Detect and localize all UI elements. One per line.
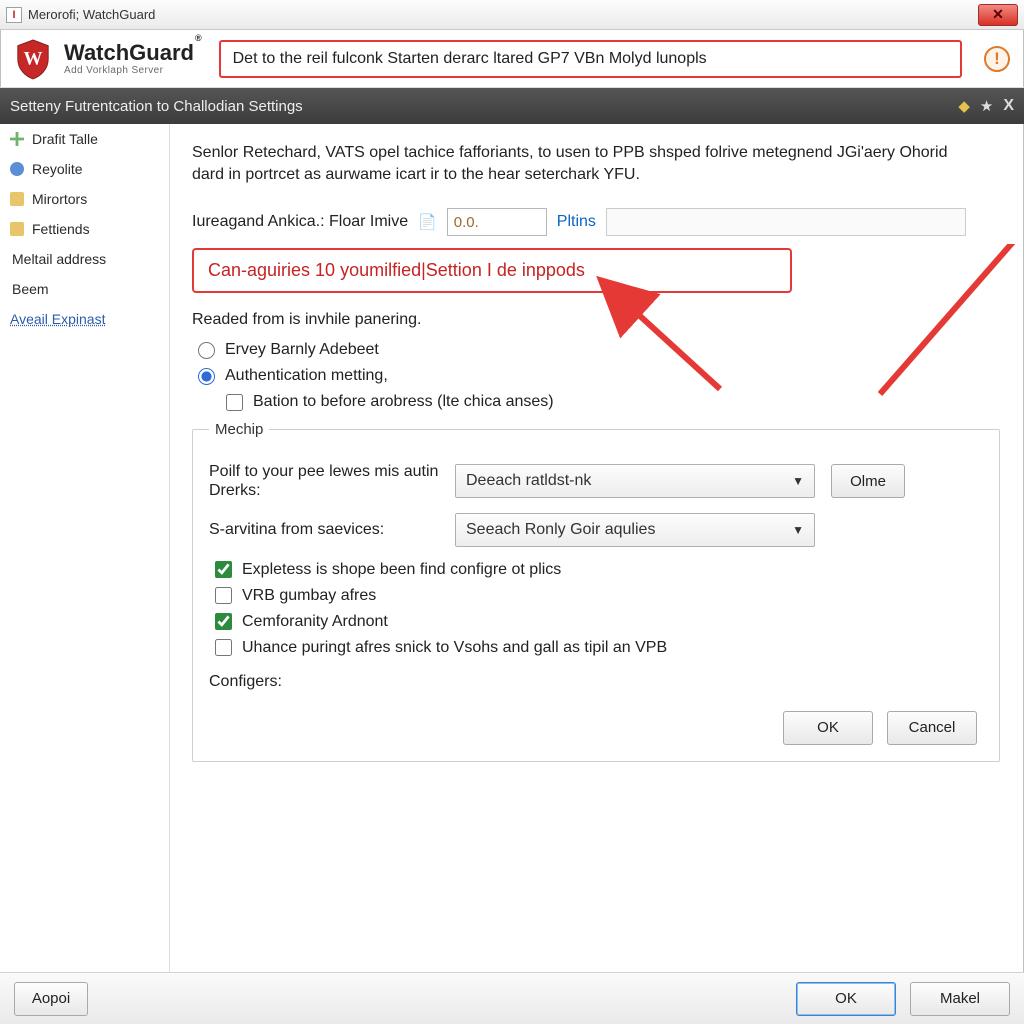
sidebar-item-mirortors[interactable]: Mirortors bbox=[0, 184, 169, 214]
form1-label: Poilf to your pee lewes mis autin Drerks… bbox=[209, 462, 439, 500]
check-vrb[interactable]: VRB gumbay afres bbox=[215, 587, 983, 605]
mechip-fieldset: Mechip Poilf to your pee lewes mis autin… bbox=[192, 421, 1000, 761]
badge-icon[interactable]: ◆ bbox=[958, 97, 970, 115]
readonly-box bbox=[606, 208, 966, 236]
radio-ervey[interactable]: Ervey Barnly Adebeet bbox=[198, 341, 1000, 359]
field-label: Iureagand Ankica.: Floar Imive bbox=[192, 213, 408, 231]
olme-button[interactable]: Olme bbox=[831, 464, 905, 498]
brand-text: WatchGuard® Add Vorklaph Server bbox=[64, 42, 201, 76]
brand-subtitle: Add Vorklaph Server bbox=[64, 66, 201, 76]
callout-box: Can-aguiries 10 youmilfied|Settion I de … bbox=[192, 248, 792, 293]
banner-highlight: Det to the reil fulconk Starten derarc l… bbox=[219, 40, 962, 78]
ok-button[interactable]: OK bbox=[796, 982, 896, 1016]
sidebar: Drafit Talle Reyolite Mirortors Fettiend… bbox=[0, 124, 170, 972]
form2-label: S-arvitina from saevices: bbox=[209, 520, 439, 539]
folder-icon bbox=[10, 222, 24, 236]
check-cemforanity[interactable]: Cemforanity Ardnont bbox=[215, 613, 983, 631]
inner-ok-button[interactable]: OK bbox=[783, 711, 873, 745]
close-button[interactable]: ✕ bbox=[978, 4, 1018, 26]
app-icon: I bbox=[6, 7, 22, 23]
window-title: Merorofi; WatchGuard bbox=[28, 7, 155, 22]
subline: Readed from is invhile panering. bbox=[192, 311, 1000, 329]
watchguard-logo: W bbox=[14, 38, 52, 80]
svg-text:W: W bbox=[24, 48, 43, 69]
alert-icon: ! bbox=[984, 46, 1010, 72]
inner-cancel-button[interactable]: Cancel bbox=[887, 711, 977, 745]
combo-services[interactable]: Seeach Ronly Goir aqulies▼ bbox=[455, 513, 815, 547]
makel-button[interactable]: Makel bbox=[910, 982, 1010, 1016]
mechip-legend: Mechip bbox=[209, 421, 269, 438]
check-expletess[interactable]: Expletess is shope been find configre ot… bbox=[215, 561, 983, 579]
check-uhance[interactable]: Uhance puringt afres snick to Vsohs and … bbox=[215, 639, 983, 657]
panel-close-icon[interactable]: X bbox=[1003, 97, 1014, 115]
star-icon[interactable]: ★ bbox=[980, 97, 993, 115]
combo-drerks[interactable]: Deeach ratldst-nk▼ bbox=[455, 464, 815, 498]
chevron-down-icon: ▼ bbox=[792, 474, 804, 488]
folder-icon bbox=[10, 192, 24, 206]
intro-text: Senlor Retechard, VATS opel tachice faff… bbox=[192, 142, 972, 186]
plus-icon bbox=[10, 132, 24, 146]
chevron-down-icon: ▼ bbox=[792, 523, 804, 537]
sidebar-item-reyolite[interactable]: Reyolite bbox=[0, 154, 169, 184]
sidebar-item-expinast[interactable]: Aveail Expinast bbox=[0, 304, 169, 334]
float-input[interactable] bbox=[447, 208, 547, 236]
sidebar-item-fettiends[interactable]: Fettiends bbox=[0, 214, 169, 244]
check-bation[interactable]: Bation to before arobress (lte chica ans… bbox=[226, 393, 1000, 411]
dot-icon bbox=[10, 162, 24, 176]
pltins-link[interactable]: Pltins bbox=[557, 213, 596, 231]
configers-label: Configers: bbox=[209, 673, 983, 691]
sidebar-item-draft[interactable]: Drafit Talle bbox=[0, 124, 169, 154]
radio-auth[interactable]: Authentication metting, bbox=[198, 367, 1000, 385]
sidebar-item-meltail[interactable]: Meltail address bbox=[0, 244, 169, 274]
sidebar-item-beem[interactable]: Beem bbox=[0, 274, 169, 304]
apooi-button[interactable]: Aopoi bbox=[14, 982, 88, 1016]
section-title: Setteny Futrentcation to Challodian Sett… bbox=[10, 98, 303, 115]
